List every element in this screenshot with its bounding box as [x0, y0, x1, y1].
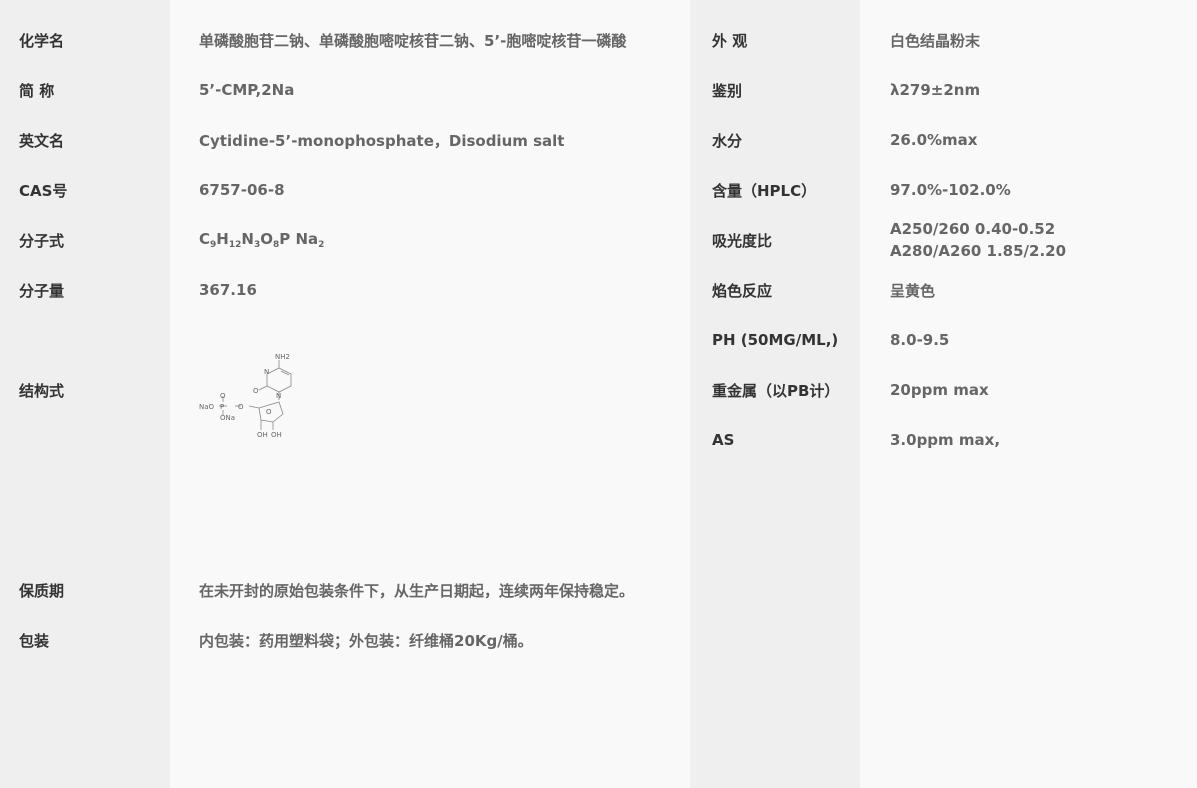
value-absorbance-line1: A250/260 0.40-0.52 [890, 220, 1056, 238]
value-absorbance-ratio-row: A250/260 0.40-0.52 A280/A260 1.85/2.20 [860, 215, 1197, 265]
struct-nh2-text: NH2 [275, 353, 290, 361]
label-chemical-name: 化学名 [19, 31, 65, 50]
label-appearance: 外 观 [712, 31, 748, 50]
struct-o-ring-text: O [266, 408, 272, 416]
struct-ona-text: ONa [220, 414, 235, 422]
value-absorbance-line2: A280/A260 1.85/2.20 [890, 242, 1067, 260]
formula-h-count: 12 [228, 240, 242, 250]
value-abbreviation-row: 5’-CMP,2Na [170, 65, 690, 115]
label-identification-row: 鉴别 [690, 65, 860, 115]
value-absorbance-ratio: A250/260 0.40-0.52 A280/A260 1.85/2.20 [860, 218, 1066, 262]
value-flame-reaction-row: 呈黄色 [860, 265, 1197, 315]
value-heavy-metals-row: 20ppm max [860, 365, 1197, 415]
formula-c: C [199, 230, 211, 248]
label-heavy-metals-row: 重金属（以PB计） [690, 365, 860, 415]
label-molecular-weight-row: 分子量 [0, 265, 170, 315]
value-packaging: 内包装：药用塑料袋；外包装：纤维桶20Kg/桶。 [199, 631, 533, 650]
label-shelf-life: 保质期 [19, 581, 65, 600]
value-assay: 97.0%-102.0% [890, 181, 1011, 199]
label-cas-row: CAS号 [0, 165, 170, 215]
formula-na-count: 2 [318, 240, 325, 250]
struct-o-carbonyl-text: O [253, 387, 259, 395]
label-identification: 鉴别 [712, 81, 743, 100]
label-english-name-row: 英文名 [0, 115, 170, 165]
label-packaging: 包装 [19, 631, 50, 650]
value-packaging-row: 内包装：药用塑料袋；外包装：纤维桶20Kg/桶。 [170, 615, 690, 665]
label-assay-row: 含量（HPLC） [690, 165, 860, 215]
left-label-column: 化学名 简 称 英文名 CAS号 分子式 分子量 结构式 保质期 包装 [0, 0, 170, 788]
left-value-column: 单磷酸胞苷二钠、单磷酸胞嘧啶核苷二钠、5’-胞嘧啶核苷一磷酸 5’-CMP,2N… [170, 0, 690, 788]
value-shelf-life: 在未开封的原始包装条件下，从生产日期起，连续两年保持稳定。 [199, 581, 635, 600]
value-arsenic: 3.0ppm max, [890, 431, 1001, 449]
value-ph-row: 8.0-9.5 [860, 315, 1197, 365]
label-flame-reaction: 焰色反应 [712, 281, 773, 300]
right-label-column: 外 观 鉴别 水分 含量（HPLC） 吸光度比 焰色反应 PH (50MG/ML… [690, 0, 860, 788]
value-chemical-name: 单磷酸胞苷二钠、单磷酸胞嘧啶核苷二钠、5’-胞嘧啶核苷一磷酸 [199, 31, 627, 50]
label-molecular-weight: 分子量 [19, 281, 65, 300]
value-abbreviation: 5’-CMP,2Na [199, 81, 295, 99]
value-molecular-weight: 367.16 [199, 281, 257, 299]
struct-oh2-text: OH [271, 431, 282, 439]
struct-o-bridge-text: O [238, 403, 244, 411]
label-abbreviation: 简 称 [19, 81, 55, 100]
formula-h: H [216, 230, 229, 248]
label-formula: 分子式 [19, 231, 65, 250]
struct-n-text: N [264, 368, 269, 376]
value-assay-row: 97.0%-102.0% [860, 165, 1197, 215]
label-absorbance-ratio-row: 吸光度比 [690, 215, 860, 265]
label-assay: 含量（HPLC） [712, 181, 817, 200]
struct-o-double-text: O [220, 392, 226, 400]
label-formula-row: 分子式 [0, 215, 170, 265]
label-arsenic: AS [712, 431, 735, 449]
label-chemical-name-row: 化学名 [0, 15, 170, 65]
value-flame-reaction: 呈黄色 [890, 281, 936, 300]
label-absorbance-ratio: 吸光度比 [712, 231, 773, 250]
label-packaging-row: 包装 [0, 615, 170, 665]
label-ph-row: PH (50MG/ML,) [690, 315, 860, 365]
label-structure: 结构式 [19, 381, 65, 400]
struct-nao-text: NaO [199, 403, 215, 411]
value-english-name: Cytidine-5’-monophosphate，Disodium salt [199, 131, 565, 150]
value-heavy-metals: 20ppm max [890, 381, 989, 399]
label-shelf-life-row: 保质期 [0, 565, 170, 615]
value-appearance-row: 白色结晶粉末 [860, 15, 1197, 65]
value-moisture: 26.0%max [890, 131, 978, 149]
value-english-name-row: Cytidine-5’-monophosphate，Disodium salt [170, 115, 690, 165]
label-structure-row: 结构式 [0, 365, 170, 415]
label-arsenic-row: AS [690, 415, 860, 465]
label-abbreviation-row: 简 称 [0, 65, 170, 115]
value-identification-row: λ279±2nm [860, 65, 1197, 115]
value-formula-row: C9H12N3O8P Na2 [170, 215, 690, 265]
value-moisture-row: 26.0%max [860, 115, 1197, 165]
struct-p-text: P [220, 403, 224, 411]
struct-n2-text: N [276, 392, 281, 400]
value-cas: 6757-06-8 [199, 181, 285, 199]
value-chemical-name-row: 单磷酸胞苷二钠、单磷酸胞嘧啶核苷二钠、5’-胞嘧啶核苷一磷酸 [170, 15, 690, 65]
label-english-name: 英文名 [19, 131, 65, 150]
label-moisture-row: 水分 [690, 115, 860, 165]
right-value-column-filler [860, 468, 1197, 788]
value-arsenic-row: 3.0ppm max, [860, 415, 1197, 465]
label-flame-reaction-row: 焰色反应 [690, 265, 860, 315]
label-appearance-row: 外 观 [690, 15, 860, 65]
label-ph: PH (50MG/ML,) [712, 331, 839, 349]
value-cas-row: 6757-06-8 [170, 165, 690, 215]
struct-oh1-text: OH [257, 431, 268, 439]
label-moisture: 水分 [712, 131, 743, 150]
value-appearance: 白色结晶粉末 [890, 31, 981, 50]
formula-n: N [241, 230, 254, 248]
value-shelf-life-row: 在未开封的原始包装条件下，从生产日期起，连续两年保持稳定。 [170, 565, 690, 615]
formula-p-na: P Na [279, 230, 319, 248]
value-identification: λ279±2nm [890, 81, 981, 99]
formula-o: O [260, 230, 273, 248]
value-molecular-weight-row: 367.16 [170, 265, 690, 315]
label-heavy-metals: 重金属（以PB计） [712, 381, 840, 400]
value-ph: 8.0-9.5 [890, 331, 950, 349]
label-cas: CAS号 [19, 181, 68, 200]
right-value-column: 白色结晶粉末 λ279±2nm 26.0%max 97.0%-102.0% A2… [860, 0, 1197, 468]
value-formula: C9H12N3O8P Na2 [170, 230, 324, 250]
structural-formula-image: NH2 N O N NaO P O ONa O O OH OH [199, 353, 292, 439]
